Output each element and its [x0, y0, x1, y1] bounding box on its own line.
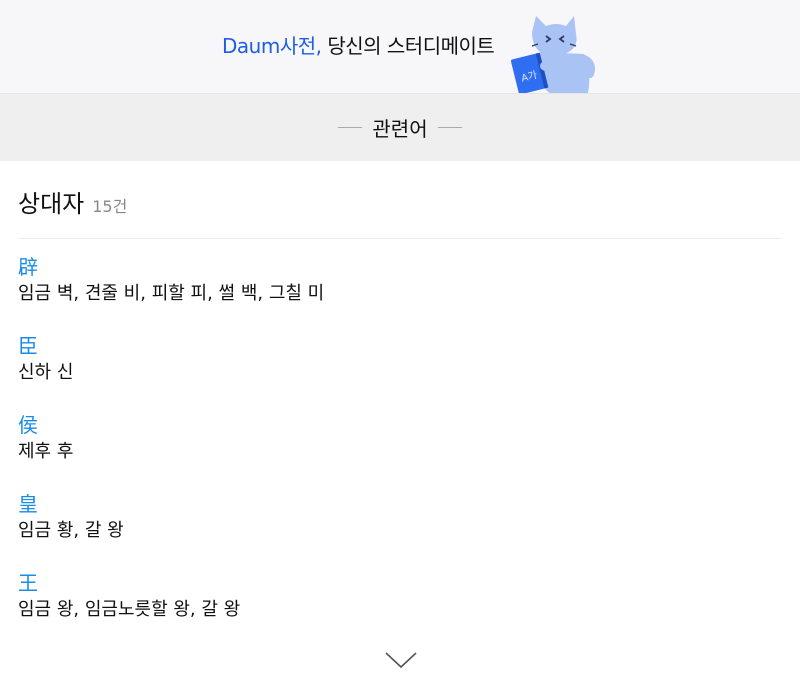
hanja-meaning: 제후 후	[18, 441, 74, 462]
list-item: 臣 신하 신	[18, 332, 782, 411]
section-header: 상대자 15건	[18, 161, 782, 239]
promo-banner[interactable]: Daum사전, 당신의 스터디메이트 A가	[0, 0, 800, 93]
list-item: 辟 임금 벽, 견줄 비, 피할 피, 썰 백, 그칠 미	[18, 253, 782, 332]
hanja-link[interactable]: 辟	[18, 253, 782, 281]
hanja-meaning: 임금 벽, 견줄 비, 피할 피, 썰 백, 그칠 미	[18, 283, 325, 304]
hanja-link[interactable]: 侯	[18, 411, 782, 439]
section-heading: 상대자	[18, 190, 85, 218]
antonym-section: 상대자 15건 辟 임금 벽, 견줄 비, 피할 피, 썰 백, 그칠 미 臣 …	[0, 161, 800, 648]
list-item: 侯 제후 후	[18, 411, 782, 490]
list-item: 皇 임금 황, 갈 왕	[18, 490, 782, 569]
promo-brand: Daum사전,	[222, 34, 322, 58]
entry-list: 辟 임금 벽, 견줄 비, 피할 피, 썰 백, 그칠 미 臣 신하 신 侯 제…	[18, 239, 782, 648]
hanja-meaning: 신하 신	[18, 362, 74, 383]
list-item: 王 임금 왕, 임금노릇할 왕, 갈 왕	[18, 569, 782, 648]
promo-tagline: 당신의 스터디메이트	[321, 34, 495, 58]
hanja-meaning: 임금 황, 갈 왕	[18, 520, 124, 541]
divider-right	[437, 127, 462, 128]
hanja-link[interactable]: 王	[18, 569, 782, 597]
chevron-down-icon[interactable]	[384, 650, 418, 670]
promo-text: Daum사전, 당신의 스터디메이트	[222, 30, 495, 59]
cat-mascot-icon: A가	[510, 16, 595, 93]
related-words-title: 관련어	[372, 117, 428, 141]
hanja-meaning: 임금 왕, 임금노릇할 왕, 갈 왕	[18, 599, 241, 620]
related-words-header: 관련어	[0, 93, 800, 161]
hanja-link[interactable]: 臣	[18, 332, 782, 360]
hanja-link[interactable]: 皇	[18, 490, 782, 518]
divider-left	[338, 127, 363, 128]
result-count: 15건	[92, 196, 128, 216]
